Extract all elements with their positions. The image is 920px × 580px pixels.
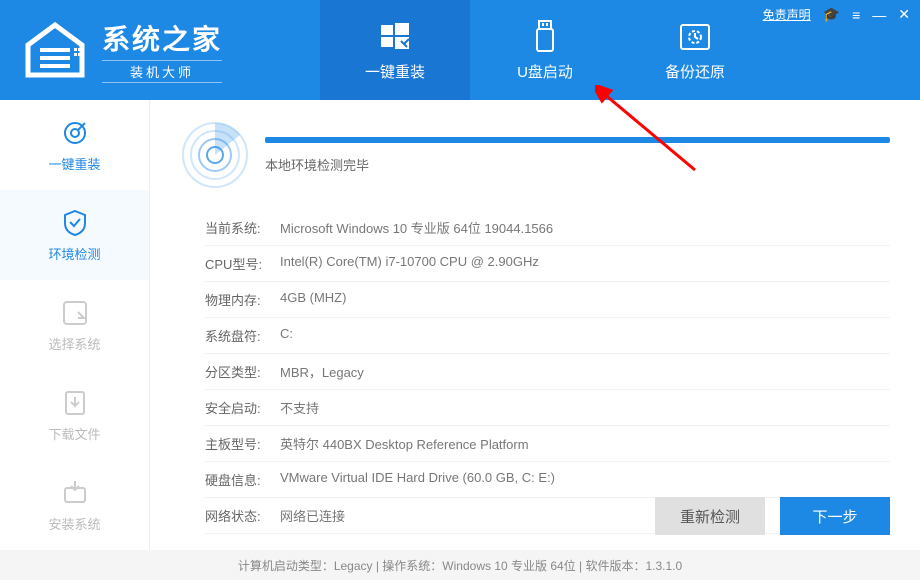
info-row: 安全启动:不支持 <box>205 390 890 426</box>
tab-reinstall[interactable]: 一键重装 <box>320 0 470 100</box>
backup-icon <box>677 19 713 55</box>
window-controls: 免责声明 🎓 ≡ — ✕ <box>763 6 910 23</box>
info-row: 分区类型:MBR，Legacy <box>205 354 890 390</box>
select-icon <box>60 298 90 328</box>
main-panel: 本地环境检测完毕 当前系统:Microsoft Windows 10 专业版 6… <box>150 100 920 550</box>
logo-icon <box>20 20 90 80</box>
info-label: 当前系统: <box>205 218 280 237</box>
info-value: 4GB (MHZ) <box>280 290 890 309</box>
info-value: 英特尔 440BX Desktop Reference Platform <box>280 434 890 453</box>
target-icon <box>60 118 90 148</box>
info-label: 物理内存: <box>205 290 280 309</box>
sidebar-item-label: 安装系统 <box>48 514 100 533</box>
body: 一键重装 环境检测 选择系统 下载文件 安装系统 <box>0 100 920 550</box>
sidebar-item-reinstall[interactable]: 一键重装 <box>0 100 149 190</box>
tab-usb-boot[interactable]: U盘启动 <box>470 0 620 100</box>
info-row: 系统盘符:C: <box>205 318 890 354</box>
info-row: CPU型号:Intel(R) Core(TM) i7-10700 CPU @ 2… <box>205 246 890 282</box>
info-value: MBR，Legacy <box>280 362 890 381</box>
info-value: Intel(R) Core(TM) i7-10700 CPU @ 2.90GHz <box>280 254 890 273</box>
info-row: 硬盘信息:VMware Virtual IDE Hard Drive (60.0… <box>205 462 890 498</box>
windows-icon <box>377 19 413 55</box>
sidebar-item-download[interactable]: 下载文件 <box>0 370 149 460</box>
info-list: 当前系统:Microsoft Windows 10 专业版 64位 19044.… <box>180 210 890 534</box>
minimize-icon[interactable]: — <box>872 7 886 23</box>
theme-icon[interactable]: 🎓 <box>823 6 840 23</box>
app-title: 系统之家 <box>102 18 222 58</box>
info-row: 当前系统:Microsoft Windows 10 专业版 64位 19044.… <box>205 210 890 246</box>
info-value: 不支持 <box>280 398 890 417</box>
info-label: CPU型号: <box>205 254 280 273</box>
sidebar-item-label: 下载文件 <box>48 424 100 443</box>
rescan-button[interactable]: 重新检测 <box>655 497 765 535</box>
info-label: 分区类型: <box>205 362 280 381</box>
sidebar-item-install[interactable]: 安装系统 <box>0 460 149 550</box>
sidebar: 一键重装 环境检测 选择系统 下载文件 安装系统 <box>0 100 150 550</box>
disclaimer-link[interactable]: 免责声明 <box>763 6 811 23</box>
actions: 重新检测 下一步 <box>655 497 890 535</box>
close-icon[interactable]: ✕ <box>898 6 910 23</box>
info-label: 安全启动: <box>205 398 280 417</box>
footer-text: 计算机启动类型：Legacy | 操作系统：Windows 10 专业版 64位… <box>238 557 682 574</box>
logo-area: 系统之家 装机大师 <box>0 0 320 100</box>
sidebar-item-label: 环境检测 <box>48 244 100 263</box>
info-label: 网络状态: <box>205 506 280 525</box>
next-button[interactable]: 下一步 <box>780 497 890 535</box>
info-value: Microsoft Windows 10 专业版 64位 19044.1566 <box>280 218 890 237</box>
install-icon <box>60 478 90 508</box>
usb-icon <box>527 19 563 55</box>
scan-status: 本地环境检测完毕 <box>265 155 890 174</box>
info-value: C: <box>280 326 890 345</box>
app-subtitle: 装机大师 <box>102 60 222 83</box>
download-icon <box>60 388 90 418</box>
sidebar-item-check[interactable]: 环境检测 <box>0 190 149 280</box>
tab-label: 一键重装 <box>365 61 425 82</box>
info-label: 系统盘符: <box>205 326 280 345</box>
radar-icon <box>180 120 250 190</box>
sidebar-item-label: 一键重装 <box>48 154 100 173</box>
info-row: 物理内存:4GB (MHZ) <box>205 282 890 318</box>
tab-backup[interactable]: 备份还原 <box>620 0 770 100</box>
footer: 计算机启动类型：Legacy | 操作系统：Windows 10 专业版 64位… <box>0 550 920 580</box>
shield-icon <box>60 208 90 238</box>
progress-bar <box>265 137 890 143</box>
info-label: 硬盘信息: <box>205 470 280 489</box>
tab-label: U盘启动 <box>517 61 573 82</box>
tab-label: 备份还原 <box>665 61 725 82</box>
sidebar-item-label: 选择系统 <box>48 334 100 353</box>
scan-row: 本地环境检测完毕 <box>180 120 890 190</box>
info-row: 主板型号:英特尔 440BX Desktop Reference Platfor… <box>205 426 890 462</box>
sidebar-item-select[interactable]: 选择系统 <box>0 280 149 370</box>
info-label: 主板型号: <box>205 434 280 453</box>
header: 系统之家 装机大师 一键重装 U盘启动 <box>0 0 920 100</box>
info-value: VMware Virtual IDE Hard Drive (60.0 GB, … <box>280 470 890 489</box>
menu-icon[interactable]: ≡ <box>852 7 860 23</box>
